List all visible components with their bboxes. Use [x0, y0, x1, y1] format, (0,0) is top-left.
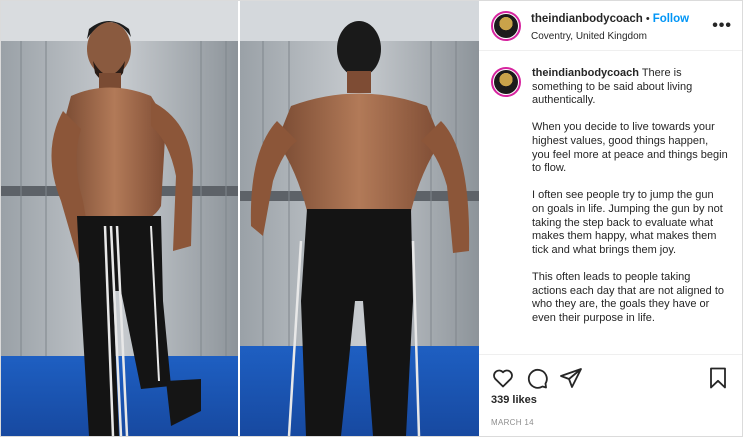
front-pose-photo: [1, 1, 238, 436]
post-photo-collage: [1, 1, 479, 436]
header-text: theindianbodycoach • Follow Coventry, Unit…: [531, 8, 712, 42]
post-header: theindianbodycoach • Follow Coventry, Unit…: [479, 1, 742, 51]
more-options-icon[interactable]: •••: [712, 17, 732, 35]
caption-avatar[interactable]: [491, 67, 521, 97]
caption-paragraph: I often see people try to jump the gun o…: [532, 189, 723, 256]
caption-paragraph: When you decide to live towards your hig…: [532, 121, 728, 175]
follow-button[interactable]: Follow: [653, 13, 689, 25]
avatar[interactable]: [491, 10, 521, 41]
comments-section: theindianbodycoach There is something to…: [479, 51, 742, 354]
heart-icon[interactable]: [491, 366, 515, 390]
bookmark-icon[interactable]: [706, 366, 730, 390]
back-pose-photo: [240, 1, 479, 436]
caption-paragraph: theindianbodycoach There is something to…: [532, 67, 728, 108]
caption-paragraph: This often leads to people taking action…: [532, 270, 725, 324]
caption-username-link[interactable]: theindianbodycoach: [532, 67, 639, 79]
caption: theindianbodycoach There is something to…: [532, 67, 728, 354]
share-icon[interactable]: [559, 366, 583, 390]
separator-dot: •: [645, 13, 650, 26]
post-date[interactable]: MARCH 14: [479, 406, 742, 436]
likes-count[interactable]: 339 likes: [479, 394, 742, 406]
location-link[interactable]: Coventry, United Kingdom: [531, 31, 712, 43]
post-image[interactable]: [1, 1, 479, 436]
comment-icon[interactable]: [525, 366, 549, 390]
username-link[interactable]: theindianbodycoach: [531, 13, 643, 25]
post-sidebar: theindianbodycoach • Follow Coventry, Unit…: [479, 1, 742, 436]
instagram-post: theindianbodycoach • Follow Coventry, Unit…: [0, 0, 743, 437]
